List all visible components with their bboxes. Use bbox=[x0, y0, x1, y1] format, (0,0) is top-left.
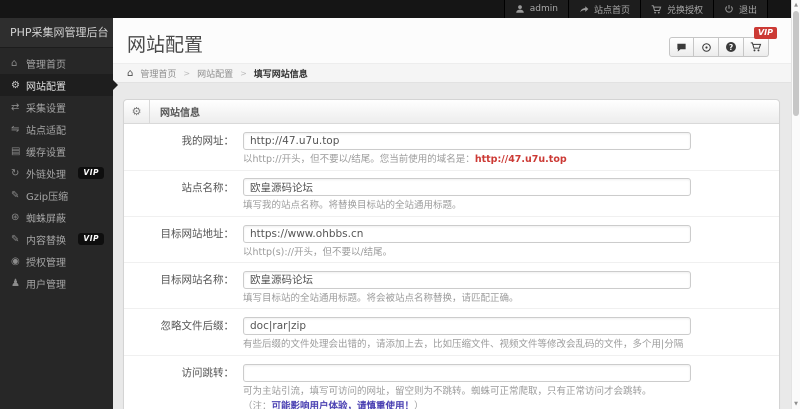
sidebar-item-site-config[interactable]: ⚙ 网站配置 bbox=[0, 74, 118, 96]
breadcrumb: ⌂ 管理首页 > 网站配置 > 填写网站信息 bbox=[113, 63, 791, 83]
form-row-target-url: 目标网站地址： 以http(s)://开头，但不要以/结尾。 bbox=[124, 216, 779, 263]
app-logo: PHP采集网管理后台 bbox=[0, 18, 113, 48]
field-label: 我的网址： bbox=[181, 135, 235, 147]
panel-title: 网站信息 bbox=[160, 108, 200, 119]
gear-icon: ⚙ bbox=[124, 100, 150, 123]
comment-icon bbox=[676, 38, 687, 57]
sidebar-item-license-manage[interactable]: ◉ 授权管理 bbox=[0, 250, 113, 272]
header-action-buttons: ? bbox=[669, 37, 769, 57]
comment-button[interactable] bbox=[669, 37, 694, 57]
gear-icon: ⚙ bbox=[11, 79, 20, 91]
field-label: 目标网站地址： bbox=[160, 227, 235, 240]
cart-icon bbox=[651, 4, 662, 15]
scroll-down-arrow-icon[interactable]: ▼ bbox=[792, 401, 800, 407]
field-label: 站点名称： bbox=[181, 181, 235, 194]
topbar-logout[interactable]: 退出 bbox=[712, 0, 768, 18]
breadcrumb-separator: > bbox=[183, 68, 191, 78]
refresh-icon: ↻ bbox=[11, 167, 20, 179]
redirect-input[interactable] bbox=[243, 363, 691, 382]
breadcrumb-item-current: 填写网站信息 bbox=[253, 69, 308, 80]
cart-icon bbox=[750, 38, 762, 57]
vip-badge: VIP bbox=[78, 167, 104, 179]
topbar-exchange-license[interactable]: 兑换授权 bbox=[639, 0, 713, 18]
field-help: 可为主站引流，填写可访问的网址，留空则为不跳转。蜘蛛可正常爬取，只有正常访问才会… bbox=[243, 385, 652, 397]
page-header: 网站配置 VIP ? bbox=[113, 18, 791, 63]
content-area: ⚙ 网站信息 我的网址： 以http://开头，但不要以/结尾。您当前使用的域名… bbox=[113, 83, 791, 409]
target-name-input[interactable] bbox=[243, 270, 691, 289]
clock-icon bbox=[701, 38, 712, 57]
license-icon: ◉ bbox=[11, 255, 20, 267]
topbar-admin[interactable]: admin bbox=[503, 0, 568, 18]
sidebar-item-collect-settings[interactable]: ⇄ 采集设置 bbox=[0, 96, 113, 118]
sidebar-item-site-adapt[interactable]: ⇋ 站点适配 bbox=[0, 118, 113, 140]
sidebar-item-gzip[interactable]: ✎ Gzip压缩 bbox=[0, 184, 113, 206]
form-row-target-name: 目标网站名称： 填写目标站的全站通用标题。将会被站点名称替换，请匹配正确。 bbox=[124, 263, 779, 309]
spider-icon: ⊛ bbox=[11, 211, 20, 223]
collect-icon: ⇄ bbox=[11, 101, 20, 113]
user-icon bbox=[515, 4, 525, 14]
current-domain-highlight: http://47.u7u.top bbox=[474, 154, 567, 165]
sidebar-item-outlink[interactable]: ↻ 外链处理 VIP bbox=[0, 162, 113, 184]
admin-app: admin 站点首页 兑换授权 退出 PHP采集网管理后台 ⌂ 管理首页 ⚙ 网… bbox=[0, 0, 800, 409]
home-icon: ⌂ bbox=[11, 57, 18, 69]
topbar-site-home-label: 站点首页 bbox=[593, 5, 630, 16]
field-label: 访问跳转： bbox=[181, 366, 235, 379]
breadcrumb-item-dashboard[interactable]: 管理首页 bbox=[140, 67, 176, 80]
page-title: 网站配置 bbox=[127, 34, 204, 56]
topbar: admin 站点首页 兑换授权 退出 bbox=[0, 0, 800, 18]
clock-button[interactable] bbox=[694, 37, 719, 57]
target-url-input[interactable] bbox=[243, 224, 691, 243]
sidebar-item-content-replace[interactable]: ✎ 内容替换 VIP bbox=[0, 228, 113, 250]
panel-header: ⚙ 网站信息 bbox=[124, 100, 779, 124]
field-help: 有些后缀的文件处理会出错的，请添加上去，比如压缩文件、视频文件等修改会乱码的文件… bbox=[243, 339, 684, 350]
ignore-ext-input[interactable] bbox=[243, 317, 691, 335]
site-info-panel: ⚙ 网站信息 我的网址： 以http://开头，但不要以/结尾。您当前使用的域名… bbox=[123, 99, 780, 409]
active-item-arrow bbox=[113, 80, 118, 90]
scroll-up-arrow-icon[interactable]: ▲ bbox=[792, 2, 800, 8]
sidebar-menu: ⌂ 管理首页 ⚙ 网站配置 ⇄ 采集设置 ⇋ 站点适配 ▤ 缓存设置 ↻ 外链处… bbox=[0, 48, 118, 294]
topbar-logout-label: 退出 bbox=[738, 5, 757, 16]
user-icon: ♟ bbox=[11, 277, 20, 289]
my-url-input[interactable] bbox=[243, 132, 691, 150]
vertical-scrollbar: ▲ ▼ bbox=[791, 0, 800, 409]
field-help-note: （注：可能影响用户体验，请慎重使用！） bbox=[243, 401, 691, 409]
question-button[interactable]: ? bbox=[719, 37, 744, 57]
topbar-exchange-label: 兑换授权 bbox=[666, 5, 703, 16]
vip-ribbon: VIP bbox=[753, 27, 777, 39]
replace-icon: ✎ bbox=[11, 233, 20, 245]
topbar-site-home[interactable]: 站点首页 bbox=[567, 0, 640, 18]
form-row-ignore-ext: 忽略文件后缀： 有些后缀的文件处理会出错的，请添加上去，比如压缩文件、视频文件等… bbox=[124, 309, 779, 356]
sidebar-item-dashboard[interactable]: ⌂ 管理首页 bbox=[0, 52, 113, 74]
form-row-my-url: 我的网址： 以http://开头，但不要以/结尾。您当前使用的域名是：http:… bbox=[124, 124, 779, 171]
field-help: 填写我的站点名称。将替换目标站的全站通用标题。 bbox=[243, 200, 462, 211]
field-help: 以http(s)://开头，但不要以/结尾。 bbox=[243, 246, 393, 258]
sidebar-item-spider-block[interactable]: ⊛ 蜘蛛屏蔽 bbox=[0, 206, 113, 228]
warning-highlight: 可能影响用户体验，请慎重使用！ bbox=[271, 401, 415, 409]
sidebar-item-user-manage[interactable]: ♟ 用户管理 bbox=[0, 272, 113, 294]
form-row-redirect: 访问跳转： 可为主站引流，填写可访问的网址，留空则为不跳转。蜘蛛可正常爬取，只有… bbox=[124, 355, 779, 409]
form-row-site-name: 站点名称： 填写我的站点名称。将替换目标站的全站通用标题。 bbox=[124, 170, 779, 217]
home-icon: ⌂ bbox=[127, 67, 134, 79]
sidebar-item-cache-settings[interactable]: ▤ 缓存设置 bbox=[0, 140, 113, 162]
main-area: 网站配置 VIP ? ⌂ 管理首页 > 网站配置 > 填写网站信息 ⚙ 网站信息… bbox=[113, 18, 791, 409]
field-help: 填写目标站的全站通用标题。将会被站点名称替换，请匹配正确。 bbox=[243, 292, 519, 304]
cache-icon: ▤ bbox=[11, 145, 21, 157]
vip-badge: VIP bbox=[78, 233, 104, 245]
adapt-icon: ⇋ bbox=[11, 123, 20, 135]
pencil-icon: ✎ bbox=[11, 189, 20, 201]
breadcrumb-separator: > bbox=[240, 68, 247, 78]
topbar-menu: admin 站点首页 兑换授权 退出 bbox=[503, 0, 768, 18]
field-help: 以http://开头，但不要以/结尾。您当前使用的域名是：http://47.u… bbox=[243, 154, 567, 165]
question-icon: ? bbox=[726, 42, 736, 52]
topbar-admin-label: admin bbox=[529, 4, 558, 14]
power-icon bbox=[724, 4, 734, 14]
field-label: 目标网站名称： bbox=[160, 274, 235, 286]
scrollbar-thumb[interactable] bbox=[793, 11, 799, 116]
field-label: 忽略文件后缀： bbox=[160, 320, 235, 332]
sidebar: PHP采集网管理后台 ⌂ 管理首页 ⚙ 网站配置 ⇄ 采集设置 ⇋ 站点适配 ▤… bbox=[0, 18, 118, 409]
site-name-input[interactable] bbox=[243, 178, 691, 196]
goto-site-icon bbox=[579, 4, 589, 14]
breadcrumb-item-site-config[interactable]: 网站配置 bbox=[197, 67, 233, 80]
cart-button[interactable] bbox=[744, 37, 769, 57]
